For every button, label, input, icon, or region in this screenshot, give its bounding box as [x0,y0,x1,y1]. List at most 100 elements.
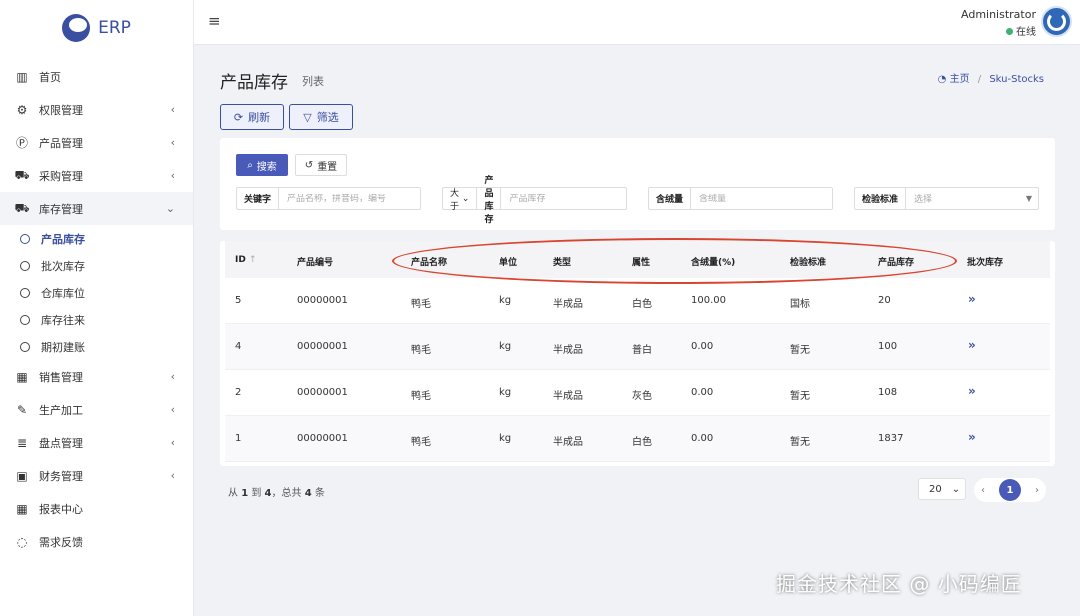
page-size-select[interactable]: 20 ⌄ [918,478,966,500]
compare-dropdown[interactable]: 大于 ⌄ [443,188,478,212]
truck-icon: ⛟ [14,200,30,215]
chevron-down-icon: ⌄ [165,202,175,215]
calendar-grid-icon: ▦ [16,501,28,516]
sidebar-item-production[interactable]: ✎ 生产加工 ‹ [0,393,193,426]
summary-to: 4 [264,488,272,499]
avatar[interactable] [1041,6,1072,37]
standard-filter: 检验标准 选择 ▼ [854,187,1039,210]
sidebar-item-reports[interactable]: ▦ 报表中心 [0,492,193,525]
breadcrumb-current[interactable]: Sku-Stocks [989,74,1044,85]
page-title: 产品库存 [220,73,288,93]
sidebar-subitem-opening-balance[interactable]: 期初建账 [0,333,193,360]
cell-id: 2 [235,387,242,398]
caret-down-icon: ▼ [1025,194,1032,203]
sidebar-item-feedback[interactable]: ◌ 需求反馈 [0,525,193,558]
breadcrumb: ◔ 主页 / Sku-Stocks [938,70,1044,85]
current-page-button[interactable]: 1 [999,479,1021,501]
reset-button[interactable]: ↺ 重置 [295,154,347,176]
logo[interactable]: ERP [0,0,193,55]
breadcrumb-separator: / [977,74,982,85]
circle-icon [20,314,30,325]
cell-down-content: 0.00 [691,387,714,398]
cell-name: 鸭毛 [411,299,431,310]
sidebar-item-inventory[interactable]: ⛟ 库存管理 ⌄ [0,192,193,225]
column-header-code: 产品编号 [297,258,334,268]
cell-stock: 108 [878,387,898,398]
cell-id: 4 [235,341,242,352]
cell-code: 00000001 [297,387,348,398]
hamburger-menu-icon[interactable]: ≡ [208,12,221,30]
cart-icon: ⛟ [14,167,30,182]
user-name: Administrator [961,8,1036,21]
circle-icon [20,287,30,298]
column-header-batch-stock: 批次库存 [967,258,1004,268]
breadcrumb-home-link[interactable]: 主页 [950,74,970,85]
column-header-id[interactable]: ID ↑ [235,255,257,265]
sidebar-item-purchasing[interactable]: ⛟ 采购管理 ‹ [0,159,193,192]
sidebar-item-label: 库存管理 [39,202,83,216]
sidebar-item-label: 权限管理 [39,103,83,117]
pagination: ‹ 1 › [974,478,1046,502]
cell-code: 00000001 [297,341,348,352]
summary-suffix: 条 [314,488,325,499]
filter-button[interactable]: ▽ 筛选 [289,104,353,130]
circle-icon [20,260,30,271]
gear-icon: ⚙ [16,102,28,117]
cell-standard: 暂无 [790,391,810,402]
summary-total: 4 [304,488,312,499]
sidebar-item-stocktaking[interactable]: ≣ 盘点管理 ‹ [0,426,193,459]
sidebar-subitem-product-stock[interactable]: 产品库存 [0,225,193,252]
column-header-label: ID [235,255,246,265]
filter-icon: ▽ [303,110,312,124]
database-icon: ≣ [16,435,28,450]
chevron-left-icon: ‹ [170,403,175,416]
sidebar-item-permissions[interactable]: ⚙ 权限管理 ‹ [0,93,193,126]
batch-stock-link-icon[interactable]: » [968,430,976,444]
stock-input[interactable] [501,193,630,204]
cell-down-content: 0.00 [691,433,714,444]
money-icon: ▣ [16,468,28,483]
sidebar-subitem-label: 库存往来 [41,313,85,327]
prev-page-button[interactable]: ‹ [981,485,985,496]
column-header-attribute: 属性 [632,258,651,268]
product-icon: Ⓟ [15,136,28,150]
sidebar-item-sales[interactable]: ▦ 销售管理 ‹ [0,360,193,393]
search-button[interactable]: ⌕ 搜索 [236,154,288,176]
sidebar-item-finance[interactable]: ▣ 财务管理 ‹ [0,459,193,492]
column-header-stock: 产品库存 [878,258,915,268]
top-bar: ≡ Administrator 在线 [194,0,1080,45]
batch-stock-link-icon[interactable]: » [968,292,976,306]
pagination-summary: 从 1 到 4，总共 4 条 [228,484,325,499]
stock-table: ID ↑ 产品编号 产品名称 单位 类型 属性 含绒量(%) 检验标准 产品库存… [220,241,1055,466]
dashboard-icon: ◔ [937,74,947,85]
cell-type: 半成品 [553,345,583,356]
standard-label: 检验标准 [855,188,907,209]
filter-button-label: 筛选 [316,111,339,124]
batch-stock-link-icon[interactable]: » [968,384,976,398]
cell-name: 鸭毛 [411,345,431,356]
column-header-type: 类型 [553,258,572,268]
table-row: 5 00000001 鸭毛 kg 半成品 白色 100.00 国标 20 » [225,278,1050,324]
keyword-input[interactable] [279,193,420,204]
undo-icon: ↺ [304,159,314,171]
down-content-input[interactable] [691,193,832,204]
sidebar-subitem-warehouse-location[interactable]: 仓库库位 [0,279,193,306]
sidebar-item-home[interactable]: ▥ 首页 [0,60,193,93]
batch-stock-link-icon[interactable]: » [968,338,976,352]
user-status: 在线 [961,23,1036,38]
sidebar-item-label: 采购管理 [39,169,83,183]
standard-select[interactable]: 选择 [906,192,1026,205]
cell-type: 半成品 [553,299,583,310]
user-status-text: 在线 [1016,27,1036,38]
cell-type: 半成品 [553,391,583,402]
next-page-button[interactable]: › [1035,485,1039,496]
sidebar-item-products[interactable]: Ⓟ 产品管理 ‹ [0,126,193,159]
cell-unit: kg [499,387,512,398]
cell-standard: 暂无 [790,437,810,448]
sidebar-subitem-batch-stock[interactable]: 批次库存 [0,252,193,279]
refresh-button[interactable]: ⟳ 刷新 [220,104,284,130]
stock-filter: 大于 ⌄ 产品库存 [442,176,630,225]
sidebar-subitem-stock-transactions[interactable]: 库存往来 [0,306,193,333]
cell-unit: kg [499,341,512,352]
user-info[interactable]: Administrator 在线 [961,8,1036,38]
